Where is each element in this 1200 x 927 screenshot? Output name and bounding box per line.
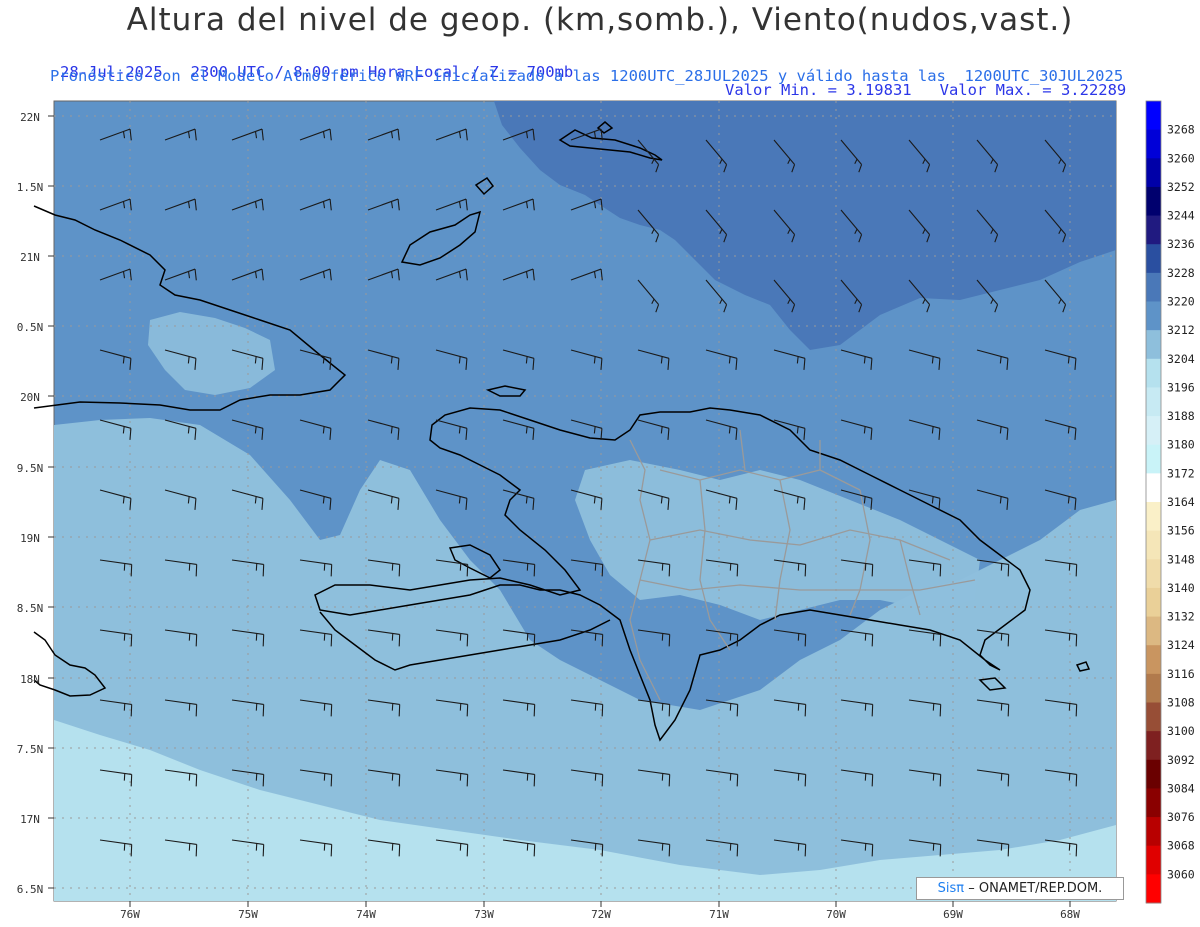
lat-label: 20N xyxy=(20,391,40,404)
colorbar-swatch xyxy=(1146,530,1161,560)
colorbar-swatch xyxy=(1146,587,1161,618)
colorbar-swatch xyxy=(1146,272,1161,302)
colorbar-label: 3068 xyxy=(1167,839,1195,853)
colorbar-label: 3252 xyxy=(1167,180,1195,194)
lon-label: 69W xyxy=(943,908,963,921)
credit-text: – ONAMET/REP.DOM. xyxy=(968,881,1103,896)
geopotential-map: 22N 1.5N 21N 0.5N 20N 9.5N 19N 8.5N 18N 7.5N 17N 6.… xyxy=(17,100,1195,921)
colorbar-swatch xyxy=(1146,358,1161,388)
colorbar-swatch xyxy=(1146,817,1161,847)
lat-label: 17N xyxy=(20,813,40,826)
lat-label: 0.5N xyxy=(17,321,44,334)
colorbar-label: 3108 xyxy=(1167,696,1195,710)
lat-label: 19N xyxy=(20,532,40,545)
colorbar-label: 3140 xyxy=(1167,581,1195,595)
colorbar-swatch xyxy=(1146,473,1161,503)
colorbar-swatch xyxy=(1146,616,1161,646)
colorbar: 3268 3260 3252 3244 3236 3228 3220 3212 3204 3196… xyxy=(1145,100,1195,904)
colorbar-swatch xyxy=(1146,502,1161,532)
colorbar-label: 3236 xyxy=(1167,237,1195,251)
colorbar-label: 3188 xyxy=(1167,409,1195,423)
colorbar-label: 3204 xyxy=(1167,352,1195,366)
lat-label: 22N xyxy=(20,111,40,124)
lon-label: 70W xyxy=(826,908,846,921)
colorbar-swatch xyxy=(1146,759,1161,789)
colorbar-label: 3148 xyxy=(1167,552,1195,566)
colorbar-swatch xyxy=(1146,673,1161,703)
colorbar-label: 3244 xyxy=(1167,209,1195,223)
colorbar-label: 3092 xyxy=(1167,753,1195,767)
colorbar-swatch xyxy=(1146,702,1161,732)
colorbar-swatch xyxy=(1146,101,1161,131)
lat-label: 9.5N xyxy=(17,462,44,475)
colorbar-swatch xyxy=(1146,186,1161,217)
lat-label: 1.5N xyxy=(17,181,44,194)
colorbar-label: 3100 xyxy=(1167,724,1195,738)
colorbar-swatch xyxy=(1146,874,1161,904)
colorbar-label: 3212 xyxy=(1167,323,1195,337)
lat-label: 8.5N xyxy=(17,602,44,615)
colorbar-label: 3084 xyxy=(1167,781,1195,795)
colorbar-label: 3228 xyxy=(1167,266,1195,280)
lon-label: 68W xyxy=(1060,908,1080,921)
colorbar-swatch xyxy=(1146,645,1161,675)
colorbar-swatch xyxy=(1146,416,1161,446)
colorbar-label: 3268 xyxy=(1167,123,1195,137)
colorbar-label: 3156 xyxy=(1167,524,1195,538)
colorbar-label: 3124 xyxy=(1167,638,1195,652)
colorbar-swatch xyxy=(1146,444,1161,474)
colorbar-label: 3076 xyxy=(1167,810,1195,824)
lat-label: 7.5N xyxy=(17,743,44,756)
colorbar-swatch xyxy=(1146,158,1161,188)
lon-label: 71W xyxy=(709,908,729,921)
colorbar-label: 3260 xyxy=(1167,151,1195,165)
longitude-labels: 76W 75W 74W 73W 72W 71W 70W 69W 68W xyxy=(120,901,1080,921)
latitude-labels: 22N 1.5N 21N 0.5N 20N 9.5N 19N 8.5N 18N 7.5N 17N 6.… xyxy=(17,111,54,896)
colorbar-label: 3164 xyxy=(1167,495,1195,509)
colorbar-swatch xyxy=(1146,845,1161,875)
colorbar-swatch xyxy=(1146,559,1161,589)
colorbar-label: 3196 xyxy=(1167,380,1195,394)
colorbar-swatch xyxy=(1146,244,1161,274)
colorbar-swatch xyxy=(1146,215,1161,245)
lon-label: 75W xyxy=(238,908,258,921)
colorbar-swatch xyxy=(1146,330,1161,360)
credit-box: Sisπ – ONAMET/REP.DOM. xyxy=(916,877,1124,900)
colorbar-swatch xyxy=(1146,731,1161,761)
colorbar-swatch xyxy=(1146,788,1161,818)
colorbar-label: 3172 xyxy=(1167,466,1195,480)
colorbar-swatch xyxy=(1146,301,1161,331)
colorbar-label: 3116 xyxy=(1167,667,1195,681)
credit-brand: Sisπ xyxy=(937,881,965,896)
lon-label: 73W xyxy=(474,908,494,921)
lon-label: 76W xyxy=(120,908,140,921)
lat-label: 6.5N xyxy=(17,883,44,896)
lat-label: 18N xyxy=(20,673,40,686)
colorbar-label: 3132 xyxy=(1167,610,1195,624)
colorbar-label: 3180 xyxy=(1167,438,1195,452)
colorbar-swatch xyxy=(1146,387,1161,417)
lon-label: 74W xyxy=(356,908,376,921)
lat-label: 21N xyxy=(20,251,40,264)
colorbar-swatch xyxy=(1146,129,1161,159)
colorbar-label: 3060 xyxy=(1167,867,1195,881)
colorbar-label: 3220 xyxy=(1167,295,1195,309)
lon-label: 72W xyxy=(591,908,611,921)
